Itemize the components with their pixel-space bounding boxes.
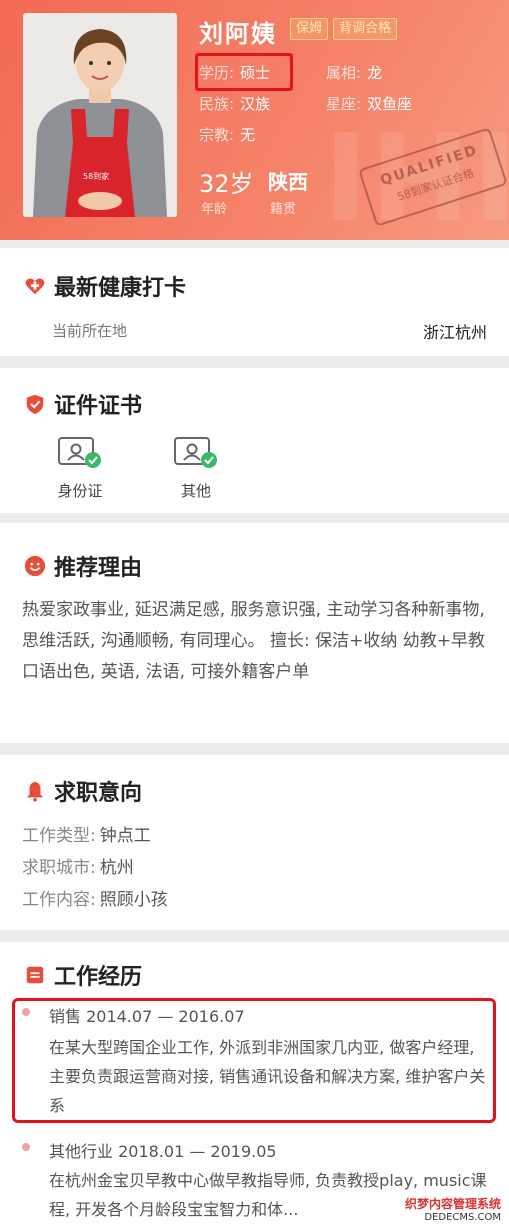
bell-icon xyxy=(26,781,44,802)
religion-field: 宗教: 无 xyxy=(199,126,256,144)
health-title: 最新健康打卡 xyxy=(24,270,186,302)
job-intent-title: 求职意向 xyxy=(24,775,142,807)
smiley-face-icon xyxy=(24,555,46,577)
constellation-field: 星座: 双鱼座 xyxy=(326,95,413,113)
heart-plus-icon xyxy=(25,278,45,295)
certificate-id-card[interactable]: 身份证 xyxy=(50,436,110,501)
tag-background-check: 背调合格 xyxy=(333,18,398,40)
job-type-value: 钟点工 xyxy=(99,826,151,846)
health-checkin-card: 最新健康打卡 当前所在地 浙江杭州 xyxy=(0,248,509,356)
experience-item-header: 其他行业 2018.01 — 2019.05 xyxy=(49,1142,277,1161)
recommend-title: 推荐理由 xyxy=(24,550,142,582)
job-type-field: 工作类型: 钟点工 xyxy=(22,826,151,846)
tag-nanny: 保姆 xyxy=(290,18,329,40)
location-label: 当前所在地 xyxy=(52,322,128,340)
job-content-value: 照顾小孩 xyxy=(99,890,168,910)
job-city-value: 杭州 xyxy=(99,858,134,878)
certificate-label-id: 身份证 xyxy=(57,482,103,500)
age-value: 32岁 xyxy=(199,170,254,198)
recommend-text: 热爱家政事业, 延迟满足感, 服务意识强, 主动学习各种新事物, 思维活跃, 沟… xyxy=(22,600,486,682)
timeline-dot xyxy=(22,1143,30,1151)
age-label: 年龄 xyxy=(201,202,228,217)
job-city-field: 求职城市: 杭州 xyxy=(22,858,134,878)
avatar-photo: 58到家 xyxy=(23,13,177,217)
native-place-value: 陕西 xyxy=(268,170,308,194)
zodiac-field: 属相: 龙 xyxy=(326,64,383,82)
document-check-icon xyxy=(174,437,217,468)
experience-title: 工作经历 xyxy=(24,959,142,991)
recommend-card: 推荐理由 热爱家政事业, 延迟满足感, 服务意识强, 主动学习各种新事物, 思维… xyxy=(0,523,509,743)
apron-logo: 58到家 xyxy=(83,172,110,181)
location-value: 浙江杭州 xyxy=(422,323,487,342)
education-highlight-box xyxy=(195,53,293,91)
shield-check-icon xyxy=(26,394,44,415)
job-content-field: 工作内容: 照顾小孩 xyxy=(22,890,168,910)
profile-header: IHI 58到家 刘阿姨 保姆 背调合格 学历: 硕士 属相: 龙 民族: 汉族… xyxy=(0,0,509,240)
native-place-label: 籍贯 xyxy=(270,202,297,217)
site-watermark: 织梦内容管理系统 DEDECMS.COM xyxy=(404,1197,501,1223)
id-card-check-icon xyxy=(58,437,101,468)
ethnicity-field: 民族: 汉族 xyxy=(199,95,271,113)
certificate-label-other: 其他 xyxy=(180,482,211,500)
certificates-title: 证件证书 xyxy=(24,388,142,420)
experience-highlight-box xyxy=(12,998,496,1123)
briefcase-icon xyxy=(26,966,44,984)
caregiver-name: 刘阿姨 xyxy=(199,20,277,48)
certificate-other[interactable]: 其他 xyxy=(166,436,226,501)
job-intent-card: 求职意向 工作类型: 钟点工 求职城市: 杭州 工作内容: 照顾小孩 xyxy=(0,755,509,930)
